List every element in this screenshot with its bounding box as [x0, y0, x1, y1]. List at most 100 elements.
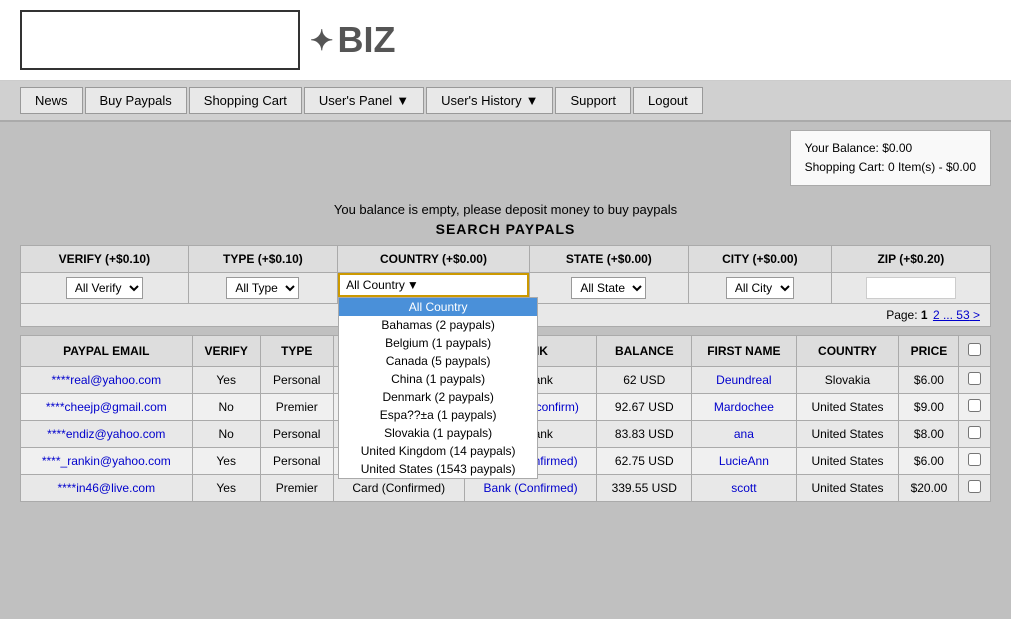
- col-checkbox: [959, 336, 991, 367]
- cell-email: ****endiz@yahoo.com: [21, 421, 193, 448]
- country-option-slovakia[interactable]: Slovakia (1 paypals): [339, 424, 537, 442]
- cell-balance: 339.55 USD: [597, 475, 692, 502]
- cell-checkbox: [959, 421, 991, 448]
- deposit-message: You balance is empty, please deposit mon…: [20, 194, 991, 221]
- country-option-canada[interactable]: Canada (5 paypals): [339, 352, 537, 370]
- cell-balance: 92.67 USD: [597, 394, 692, 421]
- country-option-us[interactable]: United States (1543 paypals): [339, 460, 537, 478]
- next-pages-link[interactable]: 2 ... 53 >: [933, 308, 980, 322]
- nav-users-history[interactable]: User's History ▼: [426, 87, 553, 114]
- main-content: You balance is empty, please deposit mon…: [0, 194, 1011, 502]
- cell-firstname: ana: [692, 421, 796, 448]
- country-option-bahamas[interactable]: Bahamas (2 paypals): [339, 316, 537, 334]
- country-option-all[interactable]: All Country: [339, 298, 537, 316]
- email-link[interactable]: ****_rankin@yahoo.com: [42, 454, 171, 468]
- row-checkbox[interactable]: [968, 372, 981, 385]
- firstname-link[interactable]: Mardochee: [714, 400, 774, 414]
- search-title: SEARCH PAYPALS: [20, 221, 991, 245]
- firstname-link[interactable]: scott: [731, 481, 756, 495]
- cell-checkbox: [959, 475, 991, 502]
- balance-line1: Your Balance: $0.00: [805, 139, 976, 158]
- logo-text: BIZ: [337, 19, 395, 61]
- cell-country: United States: [796, 421, 899, 448]
- row-checkbox[interactable]: [968, 399, 981, 412]
- cell-price: $6.00: [899, 367, 959, 394]
- cell-checkbox: [959, 394, 991, 421]
- balance-line2: Shopping Cart: 0 Item(s) - $0.00: [805, 158, 976, 177]
- email-link[interactable]: ****cheejp@gmail.com: [46, 400, 167, 414]
- country-option-denmark[interactable]: Denmark (2 paypals): [339, 388, 537, 406]
- cell-email: ****in46@live.com: [21, 475, 193, 502]
- cell-verify: Yes: [192, 448, 260, 475]
- nav-logout[interactable]: Logout: [633, 87, 703, 114]
- country-option-uk[interactable]: United Kingdom (14 paypals): [339, 442, 537, 460]
- cell-email: ****cheejp@gmail.com: [21, 394, 193, 421]
- country-option-belgium[interactable]: Belgium (1 paypals): [339, 334, 537, 352]
- state-select[interactable]: All State: [571, 277, 646, 299]
- country-header: COUNTRY (+$0.00): [338, 246, 530, 273]
- nav-shopping-cart[interactable]: Shopping Cart: [189, 87, 302, 114]
- row-checkbox[interactable]: [968, 453, 981, 466]
- country-dropdown-list: All Country Bahamas (2 paypals) Belgium …: [338, 297, 538, 479]
- email-link[interactable]: ****endiz@yahoo.com: [47, 427, 165, 441]
- cell-country: Slovakia: [796, 367, 899, 394]
- state-header: STATE (+$0.00): [529, 246, 688, 273]
- col-country: COUNTRY: [796, 336, 899, 367]
- cell-type: Premier: [260, 475, 333, 502]
- cell-type: Personal: [260, 367, 333, 394]
- col-type: TYPE: [260, 336, 333, 367]
- nav-buy-paypals[interactable]: Buy Paypals: [85, 87, 187, 114]
- country-select-button[interactable]: All Country ▼: [338, 273, 529, 297]
- cell-firstname: LucieAnn: [692, 448, 796, 475]
- country-selected-value: All Country: [346, 278, 405, 292]
- country-cell: All Country ▼ All Country Bahamas (2 pay…: [338, 273, 530, 304]
- cell-balance: 62 USD: [597, 367, 692, 394]
- email-link[interactable]: ****real@yahoo.com: [52, 373, 162, 387]
- type-cell: All Type: [188, 273, 337, 304]
- nav-news[interactable]: News: [20, 87, 83, 114]
- select-all-checkbox[interactable]: [968, 343, 981, 356]
- col-firstname: FIRST NAME: [692, 336, 796, 367]
- cell-firstname: Mardochee: [692, 394, 796, 421]
- cell-checkbox: [959, 448, 991, 475]
- cell-country: United States: [796, 448, 899, 475]
- filter-table: VERIFY (+$0.10) TYPE (+$0.10) COUNTRY (+…: [20, 245, 991, 304]
- logo-star-icon: ✦: [310, 24, 333, 57]
- col-balance: BALANCE: [597, 336, 692, 367]
- city-select[interactable]: All City: [726, 277, 794, 299]
- main-nav: News Buy Paypals Shopping Cart User's Pa…: [0, 81, 1011, 122]
- cell-email: ****_rankin@yahoo.com: [21, 448, 193, 475]
- row-checkbox[interactable]: [968, 426, 981, 439]
- nav-support[interactable]: Support: [555, 87, 631, 114]
- country-option-espana[interactable]: Espa??±a (1 paypals): [339, 406, 537, 424]
- balance-area: Your Balance: $0.00 Shopping Cart: 0 Ite…: [0, 122, 1011, 194]
- chevron-down-icon: ▼: [526, 93, 539, 108]
- city-cell: All City: [688, 273, 831, 304]
- country-option-china[interactable]: China (1 paypals): [339, 370, 537, 388]
- verify-cell: All Verify: [21, 273, 189, 304]
- current-page: 1: [921, 308, 928, 322]
- cell-price: $8.00: [899, 421, 959, 448]
- zip-input[interactable]: [866, 277, 956, 299]
- zip-cell: [831, 273, 990, 304]
- col-price: PRICE: [899, 336, 959, 367]
- type-select[interactable]: All Type: [226, 277, 299, 299]
- balance-box: Your Balance: $0.00 Shopping Cart: 0 Ite…: [790, 130, 991, 186]
- cell-type: Personal: [260, 448, 333, 475]
- cell-verify: Yes: [192, 475, 260, 502]
- logo: ✦ BIZ: [310, 19, 395, 61]
- row-checkbox[interactable]: [968, 480, 981, 493]
- firstname-link[interactable]: ana: [734, 427, 754, 441]
- nav-users-panel[interactable]: User's Panel ▼: [304, 87, 424, 114]
- col-email: PAYPAL EMAIL: [21, 336, 193, 367]
- verify-header: VERIFY (+$0.10): [21, 246, 189, 273]
- cell-verify: Yes: [192, 367, 260, 394]
- firstname-link[interactable]: LucieAnn: [719, 454, 769, 468]
- cell-country: United States: [796, 475, 899, 502]
- cell-balance: 83.83 USD: [597, 421, 692, 448]
- bank-link[interactable]: Bank (Confirmed): [484, 481, 578, 495]
- email-link[interactable]: ****in46@live.com: [58, 481, 156, 495]
- cell-type: Personal: [260, 421, 333, 448]
- firstname-link[interactable]: Deundreal: [716, 373, 771, 387]
- verify-select[interactable]: All Verify: [66, 277, 143, 299]
